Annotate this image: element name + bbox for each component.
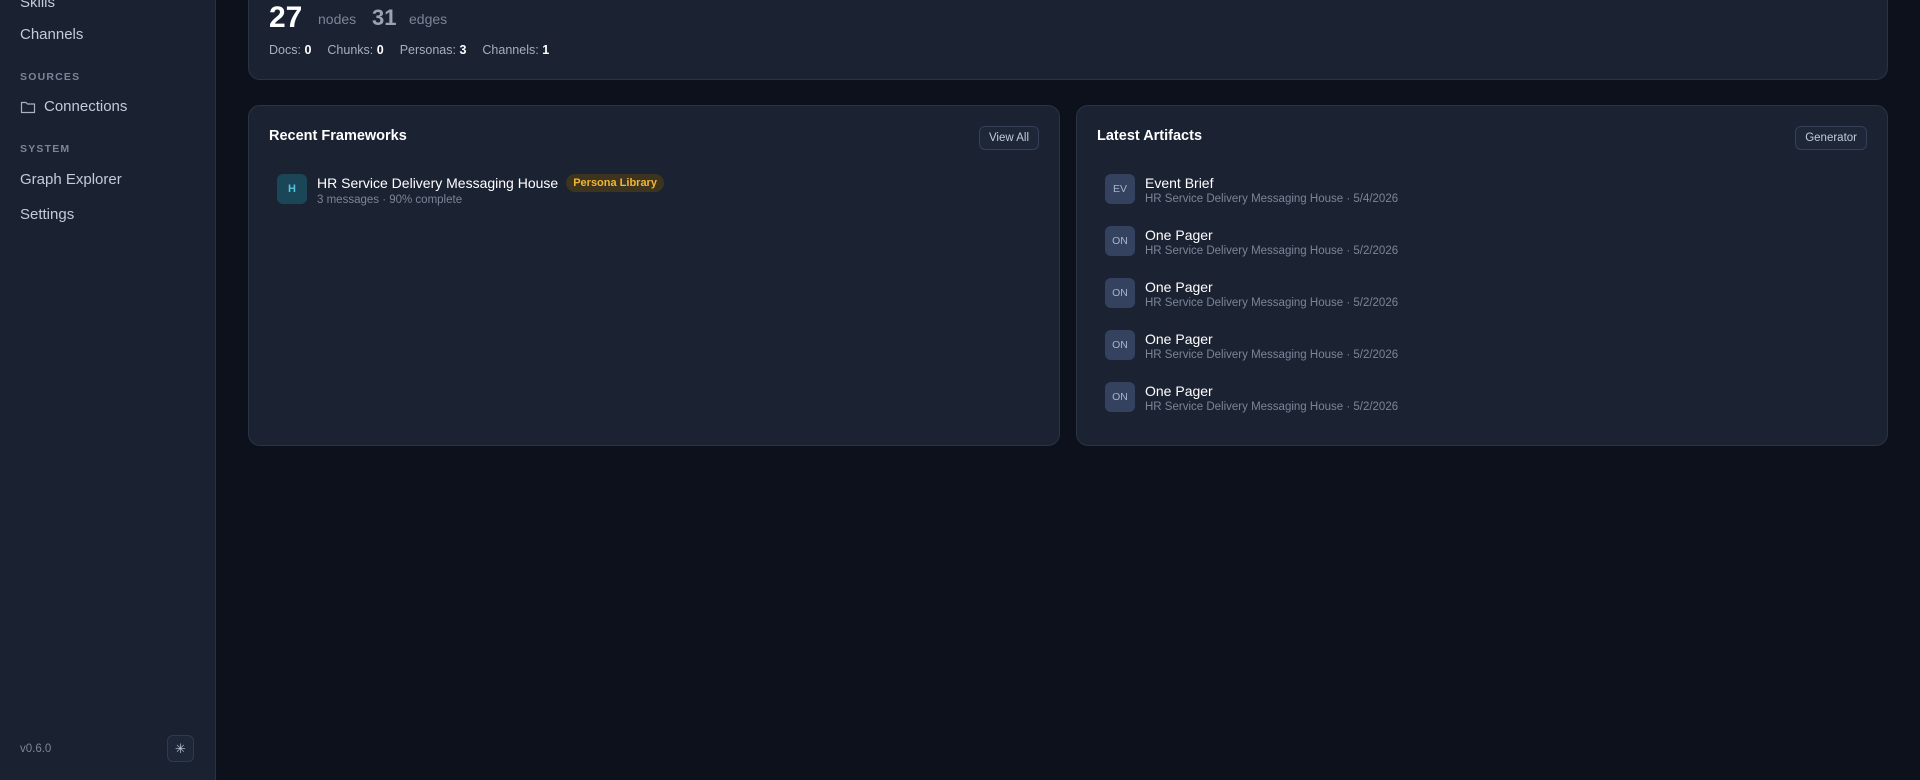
docs-stat: Docs: 0 xyxy=(269,43,312,57)
sidebar-item-label: Settings xyxy=(20,206,75,223)
nodes-label: nodes xyxy=(318,11,357,27)
graph-stats-card: 27 nodes 31 edges Docs: 0 Chunks: 0 Pers… xyxy=(248,0,1888,80)
chunks-stat: Chunks: 0 xyxy=(327,43,384,57)
list-item[interactable]: EV Event Brief HR Service Delivery Messa… xyxy=(1105,174,1705,205)
recent-frameworks-card: Recent Frameworks View All H HR Service … xyxy=(248,105,1060,446)
artifact-title: One Pager xyxy=(1145,227,1213,243)
sidebar-item-graph-explorer[interactable]: Graph Explorer xyxy=(20,171,122,188)
framework-title: HR Service Delivery Messaging House xyxy=(317,175,559,191)
framework-item[interactable]: H HR Service Delivery Messaging House Pe… xyxy=(277,174,664,206)
sidebar: Skills Channels SOURCES Connections SYST… xyxy=(0,0,216,780)
personas-stat: Personas: 3 xyxy=(399,43,467,57)
sidebar-section-system: SYSTEM xyxy=(20,143,71,155)
sun-icon: ✳ xyxy=(175,740,186,756)
theme-toggle-button[interactable]: ✳ xyxy=(167,735,194,762)
edges-label: edges xyxy=(409,11,448,27)
list-item[interactable]: ON One Pager HR Service Delivery Messagi… xyxy=(1105,226,1705,257)
artifact-title: One Pager xyxy=(1145,331,1213,347)
channels-stat: Channels: 1 xyxy=(482,43,550,57)
artifact-subtitle: HR Service Delivery Messaging House · 5/… xyxy=(1145,401,1399,413)
version-label: v0.6.0 xyxy=(20,743,52,755)
artifact-avatar: ON xyxy=(1105,226,1135,256)
artifact-avatar: ON xyxy=(1105,278,1135,308)
sidebar-item-channels[interactable]: Channels xyxy=(20,26,83,43)
list-item[interactable]: ON One Pager HR Service Delivery Messagi… xyxy=(1105,330,1705,361)
framework-avatar: H xyxy=(277,174,307,204)
card-title: Latest Artifacts xyxy=(1097,128,1203,144)
artifact-subtitle: HR Service Delivery Messaging House · 5/… xyxy=(1145,245,1399,257)
artifact-title: One Pager xyxy=(1145,279,1213,295)
artifact-avatar: EV xyxy=(1105,174,1135,204)
artifact-subtitle: HR Service Delivery Messaging House · 5/… xyxy=(1145,297,1399,309)
latest-artifacts-card: Latest Artifacts Generator EV Event Brie… xyxy=(1076,105,1888,446)
artifact-title: One Pager xyxy=(1145,383,1213,399)
folder-icon xyxy=(20,100,36,114)
framework-badge: Persona Library xyxy=(566,174,664,192)
generator-button[interactable]: Generator xyxy=(1795,126,1867,150)
sidebar-item-connections[interactable]: Connections xyxy=(20,98,127,115)
sidebar-section-sources: SOURCES xyxy=(20,71,81,83)
framework-subtitle: 3 messages · 90% complete xyxy=(317,194,463,206)
sidebar-item-skills[interactable]: Skills xyxy=(20,0,55,11)
framework-title-row: HR Service Delivery Messaging House Pers… xyxy=(317,174,664,192)
artifact-subtitle: HR Service Delivery Messaging House · 5/… xyxy=(1145,349,1399,361)
list-item[interactable]: ON One Pager HR Service Delivery Messagi… xyxy=(1105,382,1705,413)
sidebar-item-label: Connections xyxy=(44,98,128,115)
artifact-avatar: ON xyxy=(1105,382,1135,412)
artifact-title: Event Brief xyxy=(1145,175,1214,191)
artifact-avatar: ON xyxy=(1105,330,1135,360)
sidebar-item-label: Skills xyxy=(20,0,56,11)
card-title: Recent Frameworks xyxy=(269,128,407,144)
sidebar-item-settings[interactable]: Settings xyxy=(20,206,74,223)
stat-counts-row: Docs: 0 Chunks: 0 Personas: 3 Channels: … xyxy=(269,43,549,57)
sidebar-item-label: Graph Explorer xyxy=(20,171,122,188)
view-all-button[interactable]: View All xyxy=(978,126,1039,150)
list-item[interactable]: ON One Pager HR Service Delivery Messagi… xyxy=(1105,278,1705,309)
artifact-subtitle: HR Service Delivery Messaging House · 5/… xyxy=(1145,193,1399,205)
nodes-count: 27 xyxy=(269,1,303,34)
edges-count: 31 xyxy=(372,5,397,30)
sidebar-item-label: Channels xyxy=(20,26,84,43)
